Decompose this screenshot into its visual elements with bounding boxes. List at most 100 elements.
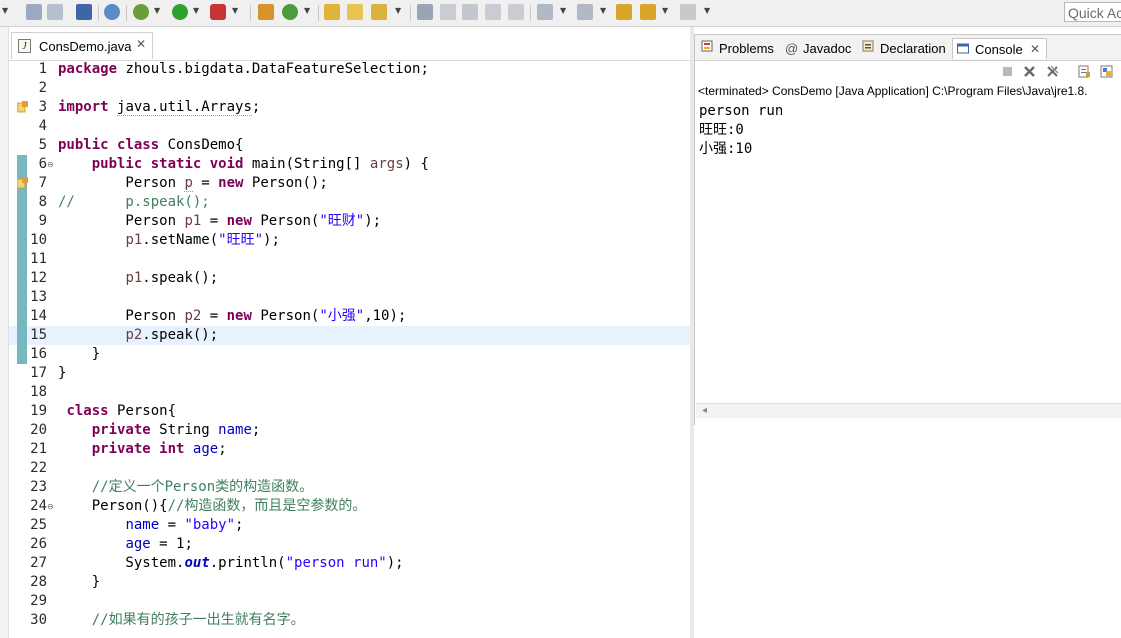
- code-line[interactable]: 6 ⊖ public static void main(String[] arg…: [9, 155, 690, 174]
- code-line[interactable]: 8 // p.speak();: [9, 193, 690, 212]
- toggle-breadcrumb-icon[interactable]: [440, 4, 456, 20]
- next-annotation-icon[interactable]: [537, 4, 553, 20]
- scroll-lock-icon[interactable]: [1100, 65, 1113, 78]
- quick-access-input[interactable]: Quick Access: [1064, 2, 1121, 22]
- open-console-icon[interactable]: [76, 4, 92, 20]
- code-line[interactable]: 2: [9, 79, 690, 98]
- code-line[interactable]: 16 }: [9, 345, 690, 364]
- tab-console-active[interactable]: Console ✕: [952, 38, 1047, 59]
- last-edit-location-icon[interactable]: [616, 4, 632, 20]
- next-annotation-dropdown-icon[interactable]: ▼: [560, 6, 566, 15]
- code-text: package zhouls.bigdata.DataFeatureSelect…: [58, 61, 429, 77]
- toggle-block-selection-icon[interactable]: [462, 4, 478, 20]
- back-icon[interactable]: [640, 4, 656, 20]
- code-line[interactable]: 30 //如果有的孩子一出生就有名字。: [9, 611, 690, 630]
- change-marker: [17, 269, 27, 288]
- code-text: }: [58, 346, 101, 362]
- line-number: 19: [30, 403, 47, 419]
- code-line[interactable]: 13: [9, 288, 690, 307]
- previous-annotation-dropdown-icon[interactable]: ▼: [600, 6, 606, 15]
- line-number: 8: [38, 194, 47, 210]
- toggle-mark-occurrences-icon[interactable]: [417, 4, 433, 20]
- new-class-icon[interactable]: [282, 4, 298, 20]
- line-number: 28: [30, 574, 47, 590]
- run-dropdown-icon[interactable]: ▼: [193, 6, 199, 15]
- remove-launch-icon[interactable]: [1023, 65, 1036, 78]
- new-java-project-icon[interactable]: [258, 4, 274, 20]
- show-whitespace-icon[interactable]: [485, 4, 501, 20]
- line-number: 29: [30, 593, 47, 609]
- code-line[interactable]: 19 class Person{: [9, 402, 690, 421]
- code-text: class Person{: [66, 403, 177, 419]
- save-all-icon[interactable]: [47, 4, 63, 20]
- open-type-icon[interactable]: [324, 4, 340, 20]
- remove-all-terminated-icon[interactable]: [1046, 65, 1059, 78]
- close-icon[interactable]: ✕: [1030, 39, 1040, 60]
- close-icon[interactable]: ✕: [136, 37, 146, 51]
- tab-problems[interactable]: Problems: [719, 38, 774, 59]
- code-line[interactable]: 20 private String name;: [9, 421, 690, 440]
- console-output-line: person run: [699, 103, 784, 119]
- code-line[interactable]: 17 }: [9, 364, 690, 383]
- debug-dropdown-icon[interactable]: ▼: [154, 6, 160, 15]
- code-line[interactable]: 23 //定义一个Person类的构造函数。: [9, 478, 690, 497]
- new-class-dropdown-icon[interactable]: ▼: [304, 6, 310, 15]
- code-line[interactable]: 26 age = 1;: [9, 535, 690, 554]
- code-line[interactable]: 5 public class ConsDemo{: [9, 136, 690, 155]
- code-text: public static void main(String[] args) {: [91, 156, 429, 172]
- code-line[interactable]: 9 Person p1 = new Person("旺财");: [9, 212, 690, 231]
- code-line[interactable]: 29: [9, 592, 690, 611]
- code-text: age = 1;: [125, 536, 193, 552]
- forward-dropdown-icon[interactable]: ▼: [704, 6, 710, 15]
- code-text: }: [58, 365, 67, 381]
- toggle-word-wrap-icon[interactable]: [508, 4, 524, 20]
- run-icon[interactable]: [172, 4, 188, 20]
- code-line[interactable]: 21 private int age;: [9, 440, 690, 459]
- scroll-left-icon[interactable]: ◂: [702, 404, 707, 418]
- code-line[interactable]: 27 System.out.println("person run");: [9, 554, 690, 573]
- code-line[interactable]: 24 ⊖ Person(){//构造函数，而且是空参数的。: [9, 497, 690, 516]
- skip-breakpoints-icon[interactable]: [104, 4, 120, 20]
- save-icon[interactable]: [26, 4, 42, 20]
- code-line[interactable]: 3 import java.util.Arrays;: [9, 98, 690, 117]
- code-line[interactable]: 14 Person p2 = new Person("小强",10);: [9, 307, 690, 326]
- editor-tab-consdemo[interactable]: J ConsDemo.java ✕: [11, 32, 153, 59]
- search-dropdown-icon[interactable]: ▼: [395, 6, 401, 15]
- code-line[interactable]: 22: [9, 459, 690, 478]
- forward-icon[interactable]: [680, 4, 696, 20]
- line-number: 10: [30, 232, 47, 248]
- previous-annotation-icon[interactable]: [577, 4, 593, 20]
- new-dropdown-icon[interactable]: ▼: [2, 6, 8, 15]
- code-line[interactable]: 18: [9, 383, 690, 402]
- code-line[interactable]: 1 package zhouls.bigdata.DataFeatureSele…: [9, 60, 690, 79]
- open-task-icon[interactable]: [347, 4, 363, 20]
- change-marker: [17, 307, 27, 326]
- fold-toggle-icon[interactable]: ⊖: [47, 502, 54, 511]
- back-dropdown-icon[interactable]: ▼: [662, 6, 668, 15]
- code-line-current[interactable]: 15 p2.speak();: [9, 326, 690, 345]
- search-icon[interactable]: [371, 4, 387, 20]
- code-line[interactable]: 4: [9, 117, 690, 136]
- tab-declaration[interactable]: Declaration: [880, 38, 946, 59]
- horizontal-scrollbar[interactable]: ◂: [696, 403, 1121, 418]
- code-line[interactable]: 12 p1.speak();: [9, 269, 690, 288]
- clear-console-icon[interactable]: [1078, 65, 1091, 78]
- code-text: }: [58, 574, 101, 590]
- code-line[interactable]: 10 p1.setName("旺旺");: [9, 231, 690, 250]
- line-number: 12: [30, 270, 47, 286]
- debug-icon[interactable]: [133, 4, 149, 20]
- console-view: Problems @ Javadoc Declaration Console ✕…: [694, 34, 1121, 425]
- terminated-status: <terminated> ConsDemo [Java Application]…: [698, 84, 1088, 98]
- line-number: 27: [30, 555, 47, 571]
- code-line[interactable]: 7 Person p = new Person();: [9, 174, 690, 193]
- terminate-icon[interactable]: [1001, 65, 1014, 78]
- code-line[interactable]: 11: [9, 250, 690, 269]
- external-tools-dropdown-icon[interactable]: ▼: [232, 6, 238, 15]
- tab-javadoc[interactable]: Javadoc: [803, 38, 851, 59]
- code-text: import java.util.Arrays;: [58, 99, 261, 116]
- code-line[interactable]: 25 name = "baby";: [9, 516, 690, 535]
- code-line[interactable]: 28 }: [9, 573, 690, 592]
- code-area[interactable]: 1 package zhouls.bigdata.DataFeatureSele…: [9, 60, 690, 638]
- fold-toggle-icon[interactable]: ⊖: [47, 160, 54, 169]
- external-tools-icon[interactable]: [210, 4, 226, 20]
